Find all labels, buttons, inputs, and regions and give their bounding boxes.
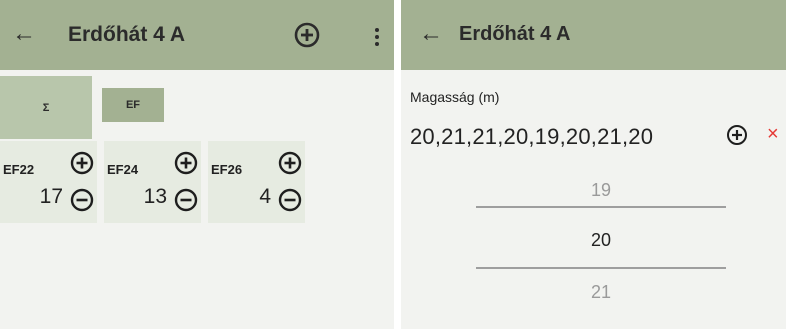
arrow-back-icon[interactable]: ← [12,22,36,46]
picker-divider [476,267,726,269]
picker-divider [476,206,726,208]
page-title: Erdőhát 4 A [459,23,571,45]
add-circle-icon[interactable] [294,22,320,48]
picker-next[interactable]: 21 [476,282,726,303]
app-bar: ← Erdőhát 4 A [0,0,394,70]
counter-name: EF24 [107,162,139,177]
picker-previous[interactable]: 19 [476,180,726,201]
counter-ef22: EF22 17 [0,141,97,223]
arrow-back-icon[interactable]: ← [419,22,443,46]
tab-strip: Σ EF [0,70,394,140]
close-icon[interactable]: × [767,124,779,144]
tab-ef-label: EF [125,99,141,111]
tab-sum-label: Σ [42,101,50,114]
remove-circle-icon[interactable] [174,188,198,217]
page-title: Erdőhát 4 A [68,23,186,46]
remove-circle-icon[interactable] [278,188,302,217]
app-bar: ← Erdőhát 4 A [401,0,786,70]
right-screen: ← Erdőhát 4 A Magasság (m) 20,21,21,20,1… [401,0,786,329]
counter-value: 13 [143,185,167,208]
add-circle-icon[interactable] [70,151,94,180]
counter-name: EF22 [3,162,35,177]
height-values: 20,21,21,20,19,20,21,20 [410,124,654,149]
remove-circle-icon[interactable] [70,188,94,217]
counter-name: EF26 [211,162,243,177]
add-circle-icon[interactable] [278,151,302,180]
more-vert-icon[interactable] [374,28,380,46]
add-circle-icon[interactable] [726,124,748,151]
add-circle-icon[interactable] [174,151,198,180]
counter-ef24: EF24 13 [104,141,201,223]
field-label: Magasság (m) [410,89,500,105]
tab-ef[interactable]: EF [102,88,164,122]
tab-sum[interactable]: Σ [0,76,92,139]
counter-value: 17 [39,185,63,208]
counter-ef26: EF26 4 [208,141,305,223]
left-screen: ← Erdőhát 4 A Σ EF EF22 17 EF24 13 EF26 … [0,0,394,329]
picker-selected[interactable]: 20 [476,230,726,251]
counter-value: 4 [259,185,271,208]
